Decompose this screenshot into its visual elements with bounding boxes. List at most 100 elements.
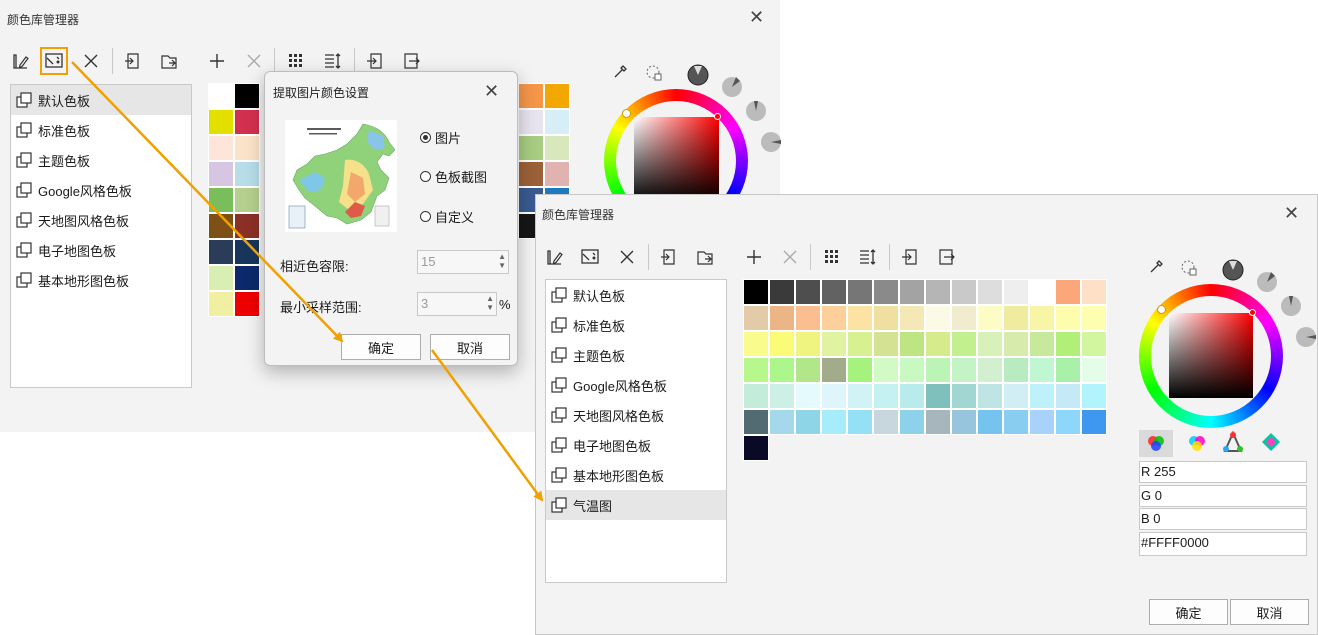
radio-palette-screenshot[interactable]: 色板截图 bbox=[420, 167, 487, 186]
saturation-square[interactable] bbox=[634, 117, 719, 202]
color-swatch[interactable] bbox=[1081, 409, 1107, 435]
palette-list-item[interactable]: 气温图 bbox=[546, 490, 726, 520]
radio-custom[interactable]: 自定义 bbox=[420, 207, 474, 226]
edit-list-icon[interactable] bbox=[541, 243, 569, 271]
palette-list-item[interactable]: Google风格色板 bbox=[11, 175, 191, 205]
color-swatch[interactable] bbox=[769, 305, 795, 331]
screen-pick-icon[interactable] bbox=[644, 63, 664, 83]
rgb-mode-tab[interactable] bbox=[1139, 430, 1173, 457]
color-swatch[interactable] bbox=[208, 239, 234, 265]
color-swatch[interactable] bbox=[873, 409, 899, 435]
color-swatch[interactable] bbox=[769, 279, 795, 305]
g-field[interactable]: G 0 bbox=[1139, 485, 1307, 507]
color-swatch[interactable] bbox=[1081, 279, 1107, 305]
color-swatch[interactable] bbox=[899, 357, 925, 383]
color-swatch[interactable] bbox=[977, 357, 1003, 383]
palette-list-item[interactable]: 默认色板 bbox=[546, 280, 726, 310]
close-icon[interactable]: ✕ bbox=[484, 82, 499, 100]
color-swatch[interactable] bbox=[899, 409, 925, 435]
extract-image-color-button[interactable] bbox=[40, 47, 68, 75]
color-swatch[interactable] bbox=[743, 409, 769, 435]
color-swatch[interactable] bbox=[899, 331, 925, 357]
color-swatch[interactable] bbox=[977, 331, 1003, 357]
color-swatch[interactable] bbox=[518, 83, 544, 109]
color-swatch[interactable] bbox=[769, 357, 795, 383]
ok-button[interactable]: 确定 bbox=[1149, 599, 1228, 625]
color-swatch[interactable] bbox=[208, 109, 234, 135]
color-swatch[interactable] bbox=[1029, 305, 1055, 331]
color-swatch[interactable] bbox=[1055, 305, 1081, 331]
color-swatch[interactable] bbox=[743, 279, 769, 305]
color-swatch[interactable] bbox=[544, 161, 570, 187]
palette-list-item[interactable]: 主题色板 bbox=[546, 340, 726, 370]
tolerance-spinner[interactable]: 15 ▲ ▼ bbox=[417, 250, 509, 274]
color-swatch[interactable] bbox=[847, 279, 873, 305]
color-swatch[interactable] bbox=[1003, 331, 1029, 357]
color-swatch[interactable] bbox=[1055, 331, 1081, 357]
color-swatch[interactable] bbox=[873, 331, 899, 357]
color-swatch[interactable] bbox=[795, 357, 821, 383]
hue-handle[interactable] bbox=[622, 109, 631, 118]
color-swatch[interactable] bbox=[873, 357, 899, 383]
color-swatch[interactable] bbox=[743, 331, 769, 357]
color-swatch[interactable] bbox=[234, 109, 260, 135]
color-swatch[interactable] bbox=[518, 161, 544, 187]
color-swatch[interactable] bbox=[925, 357, 951, 383]
color-swatch[interactable] bbox=[208, 213, 234, 239]
palette-list-item[interactable]: 标准色板 bbox=[11, 115, 191, 145]
close-icon[interactable]: ✕ bbox=[749, 8, 764, 26]
color-swatch[interactable] bbox=[821, 331, 847, 357]
delete-icon[interactable] bbox=[77, 47, 105, 75]
color-swatch[interactable] bbox=[977, 305, 1003, 331]
palette-list-item[interactable]: 基本地形图色板 bbox=[546, 460, 726, 490]
add-icon[interactable] bbox=[740, 243, 768, 271]
color-swatch[interactable] bbox=[518, 109, 544, 135]
color-swatch[interactable] bbox=[1003, 279, 1029, 305]
color-swatch[interactable] bbox=[1029, 383, 1055, 409]
remove-icon[interactable] bbox=[240, 47, 268, 75]
color-swatch[interactable] bbox=[769, 409, 795, 435]
color-swatch[interactable] bbox=[951, 305, 977, 331]
edit-list-icon[interactable] bbox=[7, 47, 35, 75]
sample-spinner[interactable]: 3 ▲ ▼ bbox=[417, 292, 497, 316]
saturation-handle[interactable] bbox=[1249, 309, 1256, 316]
color-swatch[interactable] bbox=[821, 357, 847, 383]
color-swatch[interactable] bbox=[899, 383, 925, 409]
color-swatch[interactable] bbox=[977, 409, 1003, 435]
lab-icon[interactable] bbox=[1254, 430, 1288, 457]
color-swatch[interactable] bbox=[518, 135, 544, 161]
palette-list-item[interactable]: 天地图风格色板 bbox=[11, 205, 191, 235]
close-icon[interactable]: ✕ bbox=[1284, 204, 1299, 222]
color-swatch[interactable] bbox=[821, 305, 847, 331]
color-swatch[interactable] bbox=[208, 161, 234, 187]
color-swatch[interactable] bbox=[821, 383, 847, 409]
color-swatch[interactable] bbox=[1081, 383, 1107, 409]
color-swatch[interactable] bbox=[1055, 279, 1081, 305]
cancel-button[interactable]: 取消 bbox=[1230, 599, 1309, 625]
color-swatch[interactable] bbox=[951, 279, 977, 305]
screen-pick-icon[interactable] bbox=[1179, 258, 1199, 278]
color-swatch[interactable] bbox=[743, 435, 769, 461]
color-swatch[interactable] bbox=[234, 161, 260, 187]
color-swatch[interactable] bbox=[208, 135, 234, 161]
color-swatch[interactable] bbox=[208, 265, 234, 291]
color-swatch[interactable] bbox=[743, 305, 769, 331]
cmyk-icon[interactable] bbox=[1180, 430, 1214, 457]
spinner-arrows-icon[interactable]: ▲ ▼ bbox=[498, 252, 506, 270]
color-swatch[interactable] bbox=[873, 279, 899, 305]
color-swatch[interactable] bbox=[1003, 383, 1029, 409]
wheel-mode-icon[interactable] bbox=[760, 131, 782, 153]
palette-list-item[interactable]: 主题色板 bbox=[11, 145, 191, 175]
color-swatch[interactable] bbox=[1055, 383, 1081, 409]
wheel-mode-icon[interactable] bbox=[687, 64, 709, 86]
color-swatch[interactable] bbox=[977, 279, 1003, 305]
import-icon[interactable] bbox=[119, 47, 147, 75]
color-swatch[interactable] bbox=[1081, 357, 1107, 383]
color-swatch[interactable] bbox=[1029, 409, 1055, 435]
b-field[interactable]: B 0 bbox=[1139, 508, 1307, 530]
wheel-mode-icon[interactable] bbox=[745, 100, 767, 122]
color-swatch[interactable] bbox=[925, 279, 951, 305]
color-swatch[interactable] bbox=[951, 409, 977, 435]
palette-list-item[interactable]: 基本地形图色板 bbox=[11, 265, 191, 295]
color-swatch[interactable] bbox=[1055, 357, 1081, 383]
